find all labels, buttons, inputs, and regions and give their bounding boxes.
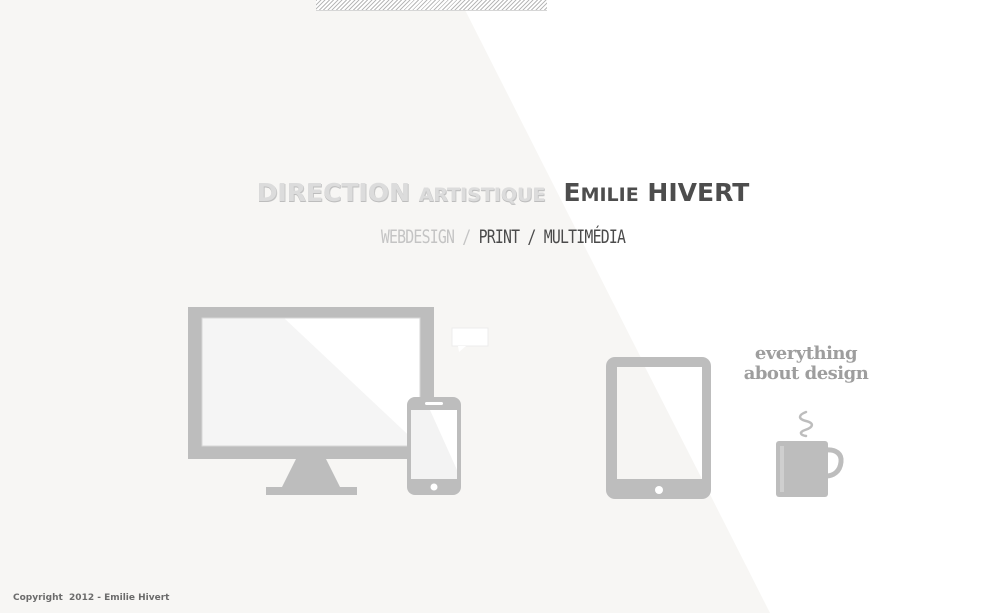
speech-bubble-icon[interactable] — [451, 327, 489, 352]
device-illustrations — [188, 307, 844, 499]
coffee-cup-icon[interactable] — [776, 410, 844, 497]
smartphone-icon[interactable] — [407, 397, 461, 495]
copyright-text: Copyright 2012 - Emilie Hivert — [13, 593, 170, 603]
tablet-icon[interactable] — [606, 357, 711, 499]
tagline-line1: everything — [754, 343, 858, 364]
monitor-icon[interactable] — [188, 307, 434, 495]
tagline-everything-about-design: everything about design — [740, 344, 872, 384]
tagline-line2: about design — [743, 363, 869, 384]
